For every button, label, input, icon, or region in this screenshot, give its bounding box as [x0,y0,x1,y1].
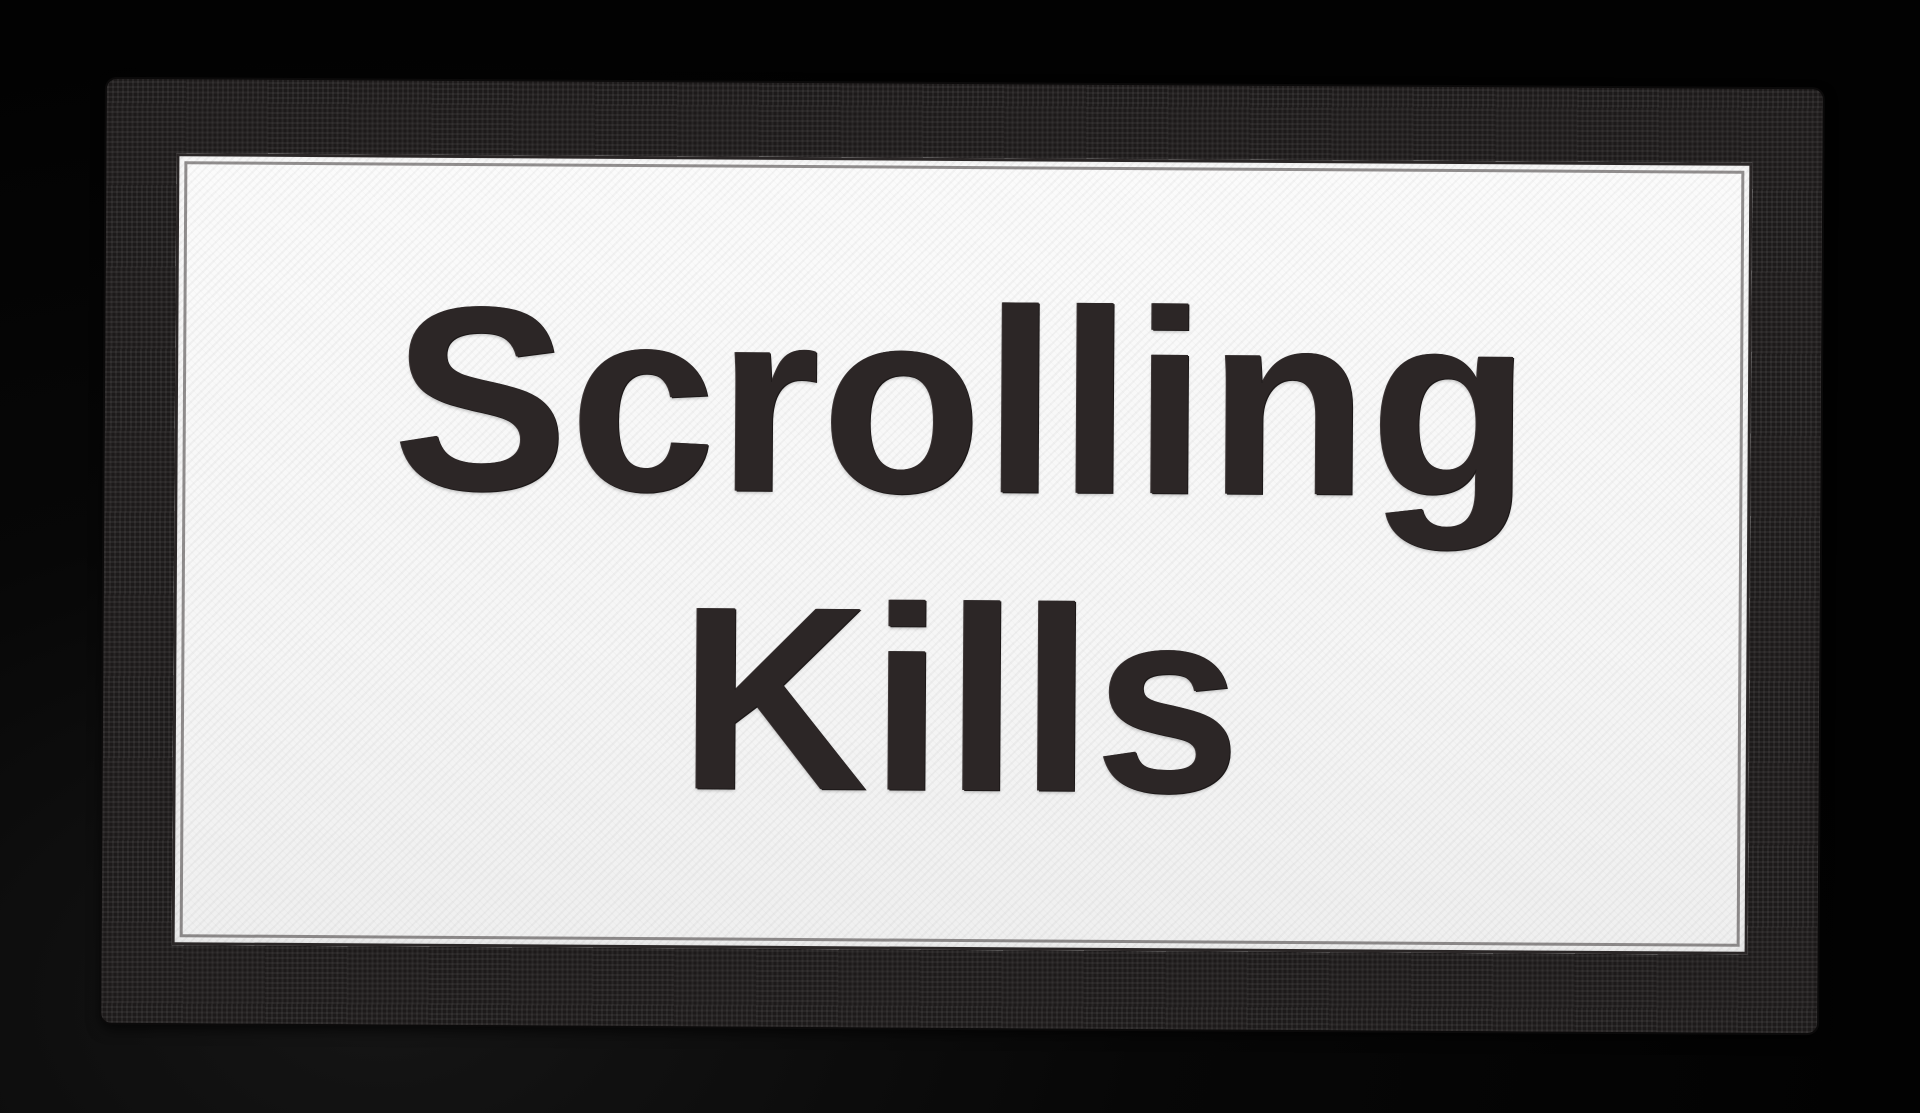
patch-text-line-1: Scrolling [392,251,1534,552]
patch-fabric: Scrolling Kills [171,153,1753,955]
embroidered-patch: Scrolling Kills [101,78,1823,1034]
patch-text-line-2: Kills [678,551,1244,848]
photo-scene: Scrolling Kills [0,0,1920,1113]
patch-text: Scrolling Kills [172,153,1753,955]
